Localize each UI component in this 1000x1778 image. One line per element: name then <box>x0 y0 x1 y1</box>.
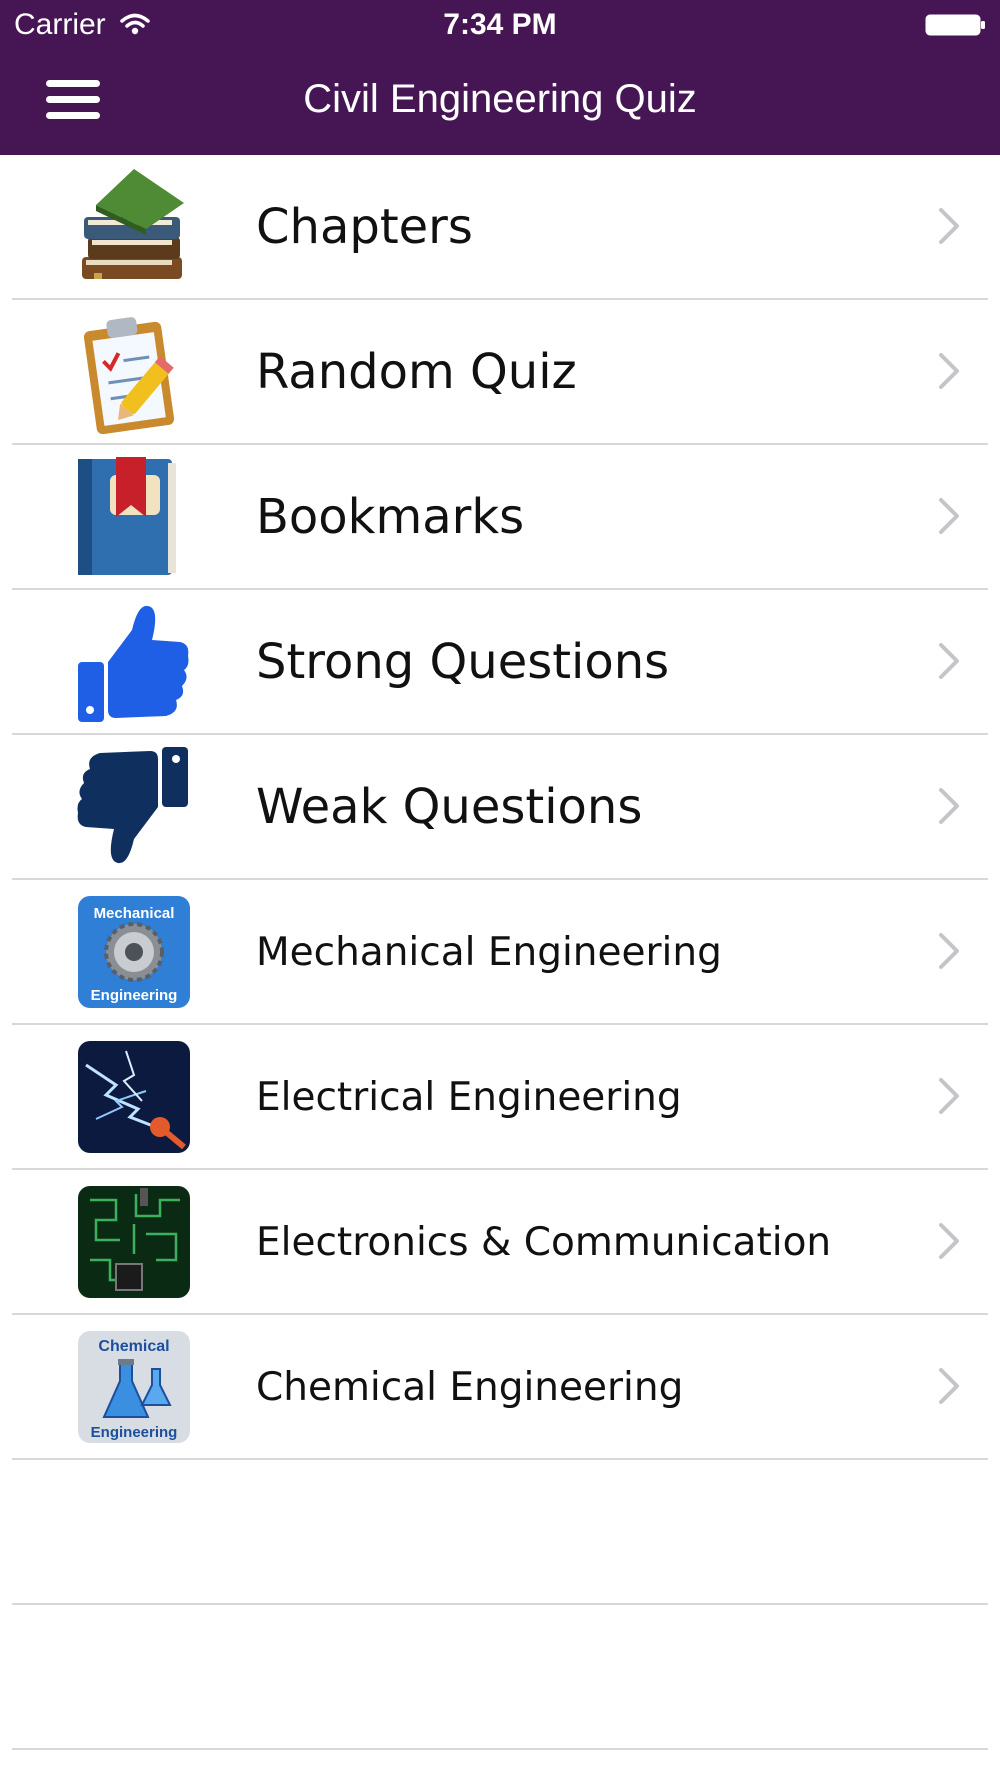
app-icon-text-top: Mechanical <box>94 905 175 922</box>
app-icon-text-bottom: Engineering <box>91 987 178 1004</box>
mechanical-engineering-app-icon: Mechanical Engineering <box>76 890 192 1014</box>
thumbs-down-icon <box>76 745 192 869</box>
app-icon-text-bottom: Engineering <box>91 1424 178 1441</box>
clipboard-pencil-icon <box>76 310 192 434</box>
page-title: Civil Engineering Quiz <box>303 77 697 121</box>
top-bar: Carrier 7:34 PM Civil Engineering Quiz <box>0 0 1000 155</box>
chevron-right-icon <box>939 498 959 534</box>
chevron-right-icon <box>939 933 959 969</box>
chevron-right-icon <box>939 208 959 244</box>
chevron-right-icon <box>939 643 959 679</box>
menu-item-chemical-engineering[interactable]: Chemical Engineering Chemical Engineerin… <box>0 1315 1000 1460</box>
menu-item-label: Chemical Engineering <box>256 1365 684 1410</box>
menu-item-weak-questions[interactable]: Weak Questions <box>0 735 1000 880</box>
bookmark-book-icon <box>76 455 192 579</box>
menu-item-electrical-engineering[interactable]: Electrical Engineering <box>0 1025 1000 1170</box>
nav-bar: Civil Engineering Quiz <box>0 50 1000 155</box>
chevron-right-icon <box>939 353 959 389</box>
menu-list: Chapters Random Quiz Bookmarks Strong Qu… <box>0 155 1000 1750</box>
menu-item-bookmarks[interactable]: Bookmarks <box>0 445 1000 590</box>
status-time: 7:34 PM <box>443 8 557 41</box>
menu-item-label: Weak Questions <box>256 779 643 835</box>
menu-item-label: Electrical Engineering <box>256 1075 682 1120</box>
chevron-right-icon <box>939 1223 959 1259</box>
menu-item-random-quiz[interactable]: Random Quiz <box>0 300 1000 445</box>
status-bar: Carrier 7:34 PM <box>0 0 1000 50</box>
menu-item-electronics-communication[interactable]: Electronics & Communication <box>0 1170 1000 1315</box>
empty-row <box>0 1605 1000 1750</box>
battery-icon <box>925 14 985 36</box>
chevron-right-icon <box>939 1078 959 1114</box>
empty-row <box>0 1460 1000 1605</box>
menu-item-label: Strong Questions <box>256 634 670 690</box>
menu-item-label: Mechanical Engineering <box>256 930 722 975</box>
menu-item-chapters[interactable]: Chapters <box>0 155 1000 300</box>
chemical-engineering-app-icon: Chemical Engineering <box>76 1325 192 1449</box>
chevron-right-icon <box>939 1368 959 1404</box>
menu-item-label: Chapters <box>256 199 473 255</box>
menu-item-mechanical-engineering[interactable]: Mechanical Engineering Mechanical Engine… <box>0 880 1000 1025</box>
books-icon <box>76 165 192 289</box>
menu-item-label: Electronics & Communication <box>256 1220 832 1265</box>
menu-item-strong-questions[interactable]: Strong Questions <box>0 590 1000 735</box>
thumbs-up-icon <box>76 600 192 724</box>
electrical-lightning-app-icon <box>76 1035 192 1159</box>
menu-item-label: Random Quiz <box>256 344 577 400</box>
menu-item-label: Bookmarks <box>256 489 525 545</box>
chevron-right-icon <box>939 788 959 824</box>
app-icon-text-top: Chemical <box>98 1338 169 1355</box>
circuit-board-app-icon <box>76 1180 192 1304</box>
